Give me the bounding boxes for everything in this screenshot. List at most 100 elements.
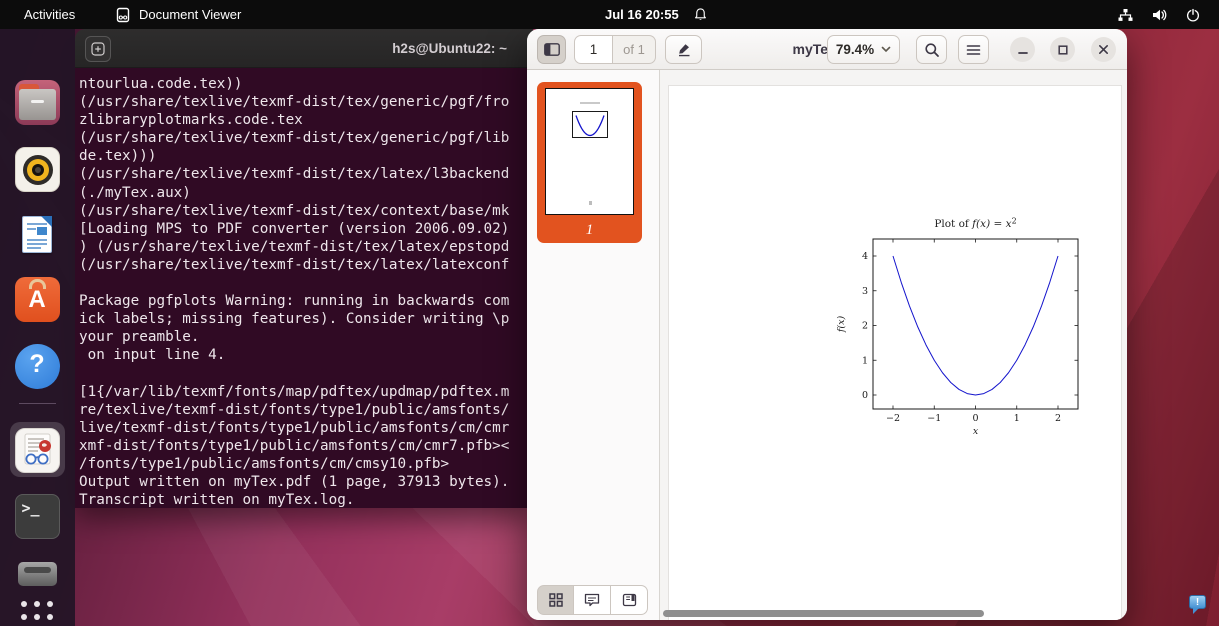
document-viewer-icon [15,428,60,473]
terminal-line: Output written on myTex.pdf (1 page, 379… [79,473,533,491]
system-status-area[interactable] [1117,0,1201,29]
svg-text:1: 1 [1014,413,1020,424]
clock-label: Jul 16 20:55 [605,7,679,22]
terminal-line: xmf-dist/fonts/type1/public/amsfonts/cm/… [79,437,533,455]
terminal-line: /fonts/type1/public/amsfonts/cm/cmsy10.p… [79,455,533,473]
dock-item-rhythmbox[interactable] [13,145,61,193]
hamburger-icon [966,44,981,56]
sidebar-view-switcher [537,585,648,615]
viewer-headerbar[interactable]: 1 of 1 myTex.pdf 79.4% [527,29,1127,70]
svg-text:1: 1 [862,355,868,366]
terminal-line: ) (/usr/share/texlive/texmf-dist/tex/lat… [79,238,533,256]
page-number-entry[interactable]: 1 [574,35,613,64]
terminal-output[interactable]: ntourlua.code.tex)) (/usr/share/texlive/t… [75,68,533,508]
terminal-title: h2s@Ubuntu22: ~ [392,29,507,68]
terminal-line: (/usr/share/texlive/texmf-dist/tex/gener… [79,129,533,147]
minimize-button[interactable] [1010,37,1035,62]
svg-text:3: 3 [862,286,868,297]
terminal-line: de.tex))) [79,147,533,165]
zoom-level-label: 79.4% [836,42,874,57]
dock-item-ubuntu-software[interactable]: A [13,275,61,323]
dock-item-terminal[interactable]: >_ [13,492,61,540]
bookmark-book-icon [622,593,637,607]
app-grid-icon [21,601,53,626]
document-viewer-app-icon [115,7,131,23]
document-view-area[interactable]: −2−101201234Plot of f(x) = x2xf(x) [661,70,1127,620]
search-icon [924,42,940,58]
help-icon: ? [15,344,60,389]
terminal-line: [Loading MPS to PDF converter (version 2… [79,220,533,238]
thumbnail-title-placeholder [580,102,600,104]
files-icon [15,80,60,125]
annotation-bubble-icon [584,593,600,607]
svg-text:−2: −2 [886,413,900,424]
page-total-label: of 1 [613,35,656,64]
thumbnail-plot [568,107,612,143]
volume-icon [1151,7,1168,23]
terminal-line: re/texlive/texmf-dist/fonts/type1/public… [79,401,533,419]
terminal-line [79,274,533,292]
menu-button[interactable] [958,35,989,64]
terminal-line: live/texmf-dist/fonts/type1/public/amsfo… [79,419,533,437]
terminal-line: your preamble. [79,328,533,346]
libreoffice-writer-icon [15,212,60,257]
terminal-line: Package pgfplots Warning: running in bac… [79,292,533,310]
focused-app-menu[interactable]: Document Viewer [115,0,241,29]
close-button[interactable] [1091,37,1116,62]
search-button[interactable] [916,35,947,64]
page-thumbnail-selected[interactable]: 1 [537,82,642,243]
minimize-icon [1018,45,1028,55]
terminal-line: ntourlua.code.tex)) [79,75,533,93]
dock: A ? >_ [0,29,75,626]
thumbnails-grid-icon [549,593,563,607]
clock-menu[interactable]: Jul 16 20:55 [605,0,708,29]
activities-button[interactable]: Activities [24,0,75,29]
thumbnails-view-button[interactable] [537,585,574,615]
maximize-button[interactable] [1050,37,1075,62]
document-viewer-window: 1 of 1 myTex.pdf 79.4% [527,29,1127,620]
terminal-line: [1{/var/lib/texmf/fonts/map/pdftex/updma… [79,383,533,401]
page-thumbnail [545,88,634,215]
dock-item-document-viewer[interactable] [13,426,61,474]
zoom-control[interactable]: 79.4% [827,35,900,64]
terminal-line: (/usr/share/texlive/texmf-dist/tex/conte… [79,202,533,220]
top-bar: Activities Document Viewer Jul 16 20:55 [0,0,1219,29]
thumbnails-sidebar: 1 [527,70,660,620]
function-plot: −2−101201234Plot of f(x) = x2xf(x) [831,211,1091,436]
svg-text:f(x): f(x) [836,316,847,334]
terminal-icon: >_ [15,494,60,539]
dock-item-show-applications[interactable] [13,593,61,626]
page-selector: 1 of 1 [574,35,656,64]
dock-item-removable-drive[interactable] [13,550,61,598]
terminal-headerbar[interactable]: h2s@Ubuntu22: ~ [75,29,533,68]
notification-bell-icon [693,7,708,22]
svg-text:Plot of f(x) = x2: Plot of f(x) = x2 [934,217,1016,231]
sidebar-toggle-button[interactable] [537,35,566,64]
thumbnail-page-label: 1 [537,222,642,239]
annotations-view-button[interactable] [574,585,611,615]
terminal-line: Transcript written on myTex.log. [79,491,533,508]
pdf-page: −2−101201234Plot of f(x) = x2xf(x) [668,85,1122,620]
dock-item-libreoffice-writer[interactable] [13,210,61,258]
svg-text:0: 0 [972,413,978,424]
power-icon [1185,7,1201,23]
desktop-alert-icon[interactable]: ! [1189,595,1206,609]
dock-item-files[interactable] [13,78,61,126]
terminal-line: (/usr/share/texlive/texmf-dist/tex/latex… [79,165,533,183]
dock-item-help[interactable]: ? [13,342,61,390]
ubuntu-software-icon: A [15,277,60,322]
terminal-line: zlibraryplotmarks.code.tex [79,111,533,129]
dock-separator [19,403,56,404]
bookmarks-view-button[interactable] [611,585,648,615]
removable-drive-icon [15,552,60,597]
new-tab-button[interactable] [85,36,111,62]
svg-text:4: 4 [862,251,868,262]
horizontal-scrollbar[interactable] [663,610,984,617]
terminal-line: on input line 4. [79,346,533,364]
svg-text:−1: −1 [927,413,941,424]
terminal-line: ick labels; missing features). Consider … [79,310,533,328]
thumbnail-pagenum-placeholder [589,201,592,205]
svg-text:2: 2 [862,321,868,332]
svg-text:2: 2 [1055,413,1061,424]
terminal-line: (./myTex.aux) [79,184,533,202]
